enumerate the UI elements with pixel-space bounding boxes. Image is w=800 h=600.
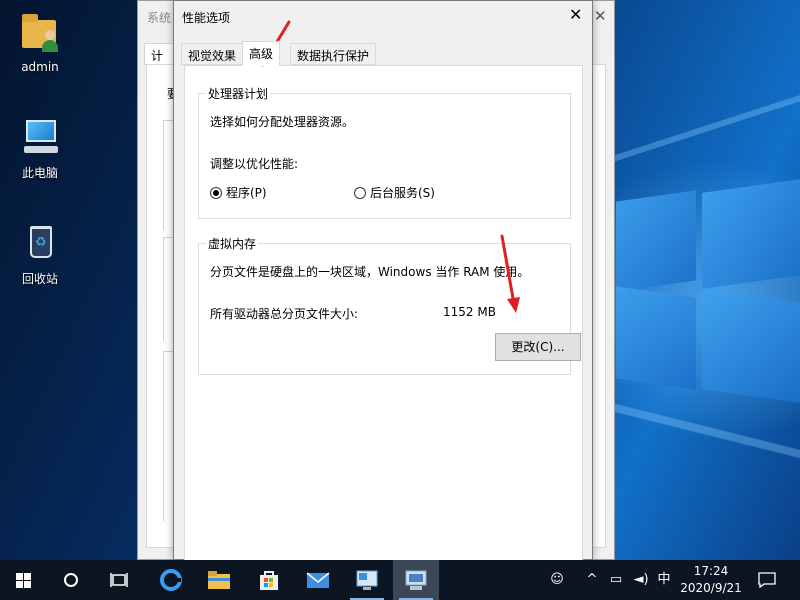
desktop-icon-label: 回收站 <box>21 272 58 286</box>
close-button[interactable]: ✕ <box>569 5 582 24</box>
task-view-button[interactable] <box>96 560 142 600</box>
radio-label: 后台服务(S) <box>370 186 435 200</box>
system-window-icon <box>356 570 378 590</box>
close-icon[interactable]: ✕ <box>594 7 607 25</box>
wallpaper-logo-pane <box>702 179 800 289</box>
store-bag-icon <box>260 571 278 590</box>
tab-data-execution-prevention[interactable]: 数据执行保护 <box>290 43 377 65</box>
search-circle-icon <box>64 573 78 587</box>
advanced-tab-panel: 处理器计划 选择如何分配处理器资源。 调整以优化性能: 程序(P) 后台服务(S… <box>184 65 583 560</box>
desktop-icon-label: 此电脑 <box>21 166 58 180</box>
system-properties-taskbar-button[interactable] <box>344 560 390 600</box>
folder-icon <box>208 571 230 589</box>
wallpaper-logo-pane <box>616 190 696 292</box>
radio-programs[interactable]: 程序(P) <box>210 184 267 201</box>
desktop-icon-admin[interactable]: admin <box>5 12 75 74</box>
processor-description: 选择如何分配处理器资源。 <box>210 115 355 129</box>
dialog-title: 性能选项 <box>182 11 231 25</box>
system-clock[interactable]: 17:24 2020/9/21 <box>676 563 746 597</box>
group-legend: 处理器计划 <box>206 85 271 102</box>
desktop-icon-label: admin <box>21 60 59 74</box>
recycle-bin-icon <box>18 222 62 266</box>
chevron-up-icon[interactable]: ^ <box>584 560 600 600</box>
radio-selected-icon <box>210 186 222 199</box>
wallpaper-light-beam <box>598 400 800 471</box>
wallpaper-logo-pane <box>616 286 696 390</box>
start-button[interactable] <box>0 560 46 600</box>
total-paging-size-value: 1152 MB <box>443 305 496 319</box>
network-icon[interactable]: ▭ <box>606 560 626 600</box>
desktop-icon-recycle-bin[interactable]: 回收站 <box>5 222 75 287</box>
wallpaper-logo-pane <box>702 289 800 403</box>
virtual-memory-group: 虚拟内存 分页文件是硬盘上的一块区域，Windows 当作 RAM 使用。 所有… <box>198 235 581 375</box>
window-title: 系统 <box>147 11 172 25</box>
radio-label: 程序(P) <box>226 186 267 200</box>
clock-date: 2020/9/21 <box>680 581 742 595</box>
tab-advanced[interactable]: 高级 <box>242 41 281 66</box>
windows-logo-icon <box>15 572 31 588</box>
performance-options-dialog[interactable]: 性能选项 ✕ 视觉效果 高级 数据执行保护 处理器计划 选择如何分配处理器资源。… <box>173 0 593 560</box>
clock-time: 17:24 <box>693 564 729 578</box>
wallpaper-light-beam <box>600 79 800 166</box>
task-view-icon <box>110 573 128 587</box>
edge-icon <box>160 569 182 591</box>
performance-monitor-icon <box>405 570 427 590</box>
store-button[interactable] <box>246 560 292 600</box>
edge-browser-button[interactable] <box>148 560 194 600</box>
search-button[interactable] <box>48 560 94 600</box>
input-method-indicator[interactable]: 中 <box>655 560 673 600</box>
user-folder-icon <box>18 12 62 56</box>
file-explorer-button[interactable] <box>196 560 242 600</box>
this-pc-icon <box>18 116 62 160</box>
processor-scheduling-group: 处理器计划 选择如何分配处理器资源。 调整以优化性能: 程序(P) 后台服务(S… <box>198 85 571 219</box>
volume-icon[interactable]: ◄) <box>630 560 652 600</box>
notification-icon <box>758 572 776 588</box>
group-legend: 虚拟内存 <box>206 235 259 252</box>
radio-background-services[interactable]: 后台服务(S) <box>354 184 435 201</box>
adjust-performance-label: 调整以优化性能: <box>210 157 299 171</box>
desktop-icon-this-pc[interactable]: 此电脑 <box>5 116 75 181</box>
mail-button[interactable] <box>295 560 341 600</box>
desktop: admin 此电脑 回收站 系统 ✕ 计算 要 性能选项 ✕ 视觉效果 高级 数… <box>0 0 800 560</box>
performance-options-taskbar-button[interactable] <box>393 560 439 600</box>
action-center-button[interactable] <box>752 560 782 600</box>
radio-unselected-icon <box>354 186 366 199</box>
people-icon[interactable]: ☺ <box>546 560 568 600</box>
tab-visual-effects[interactable]: 视觉效果 <box>181 43 244 65</box>
mail-icon <box>306 572 330 588</box>
total-paging-size-label: 所有驱动器总分页文件大小: <box>210 307 359 321</box>
taskbar: ☺ ^ ▭ ◄) 中 17:24 2020/9/21 <box>0 560 800 600</box>
virtual-memory-description: 分页文件是硬盘上的一块区域，Windows 当作 RAM 使用。 <box>210 265 530 279</box>
change-button[interactable]: 更改(C)... <box>495 333 581 361</box>
